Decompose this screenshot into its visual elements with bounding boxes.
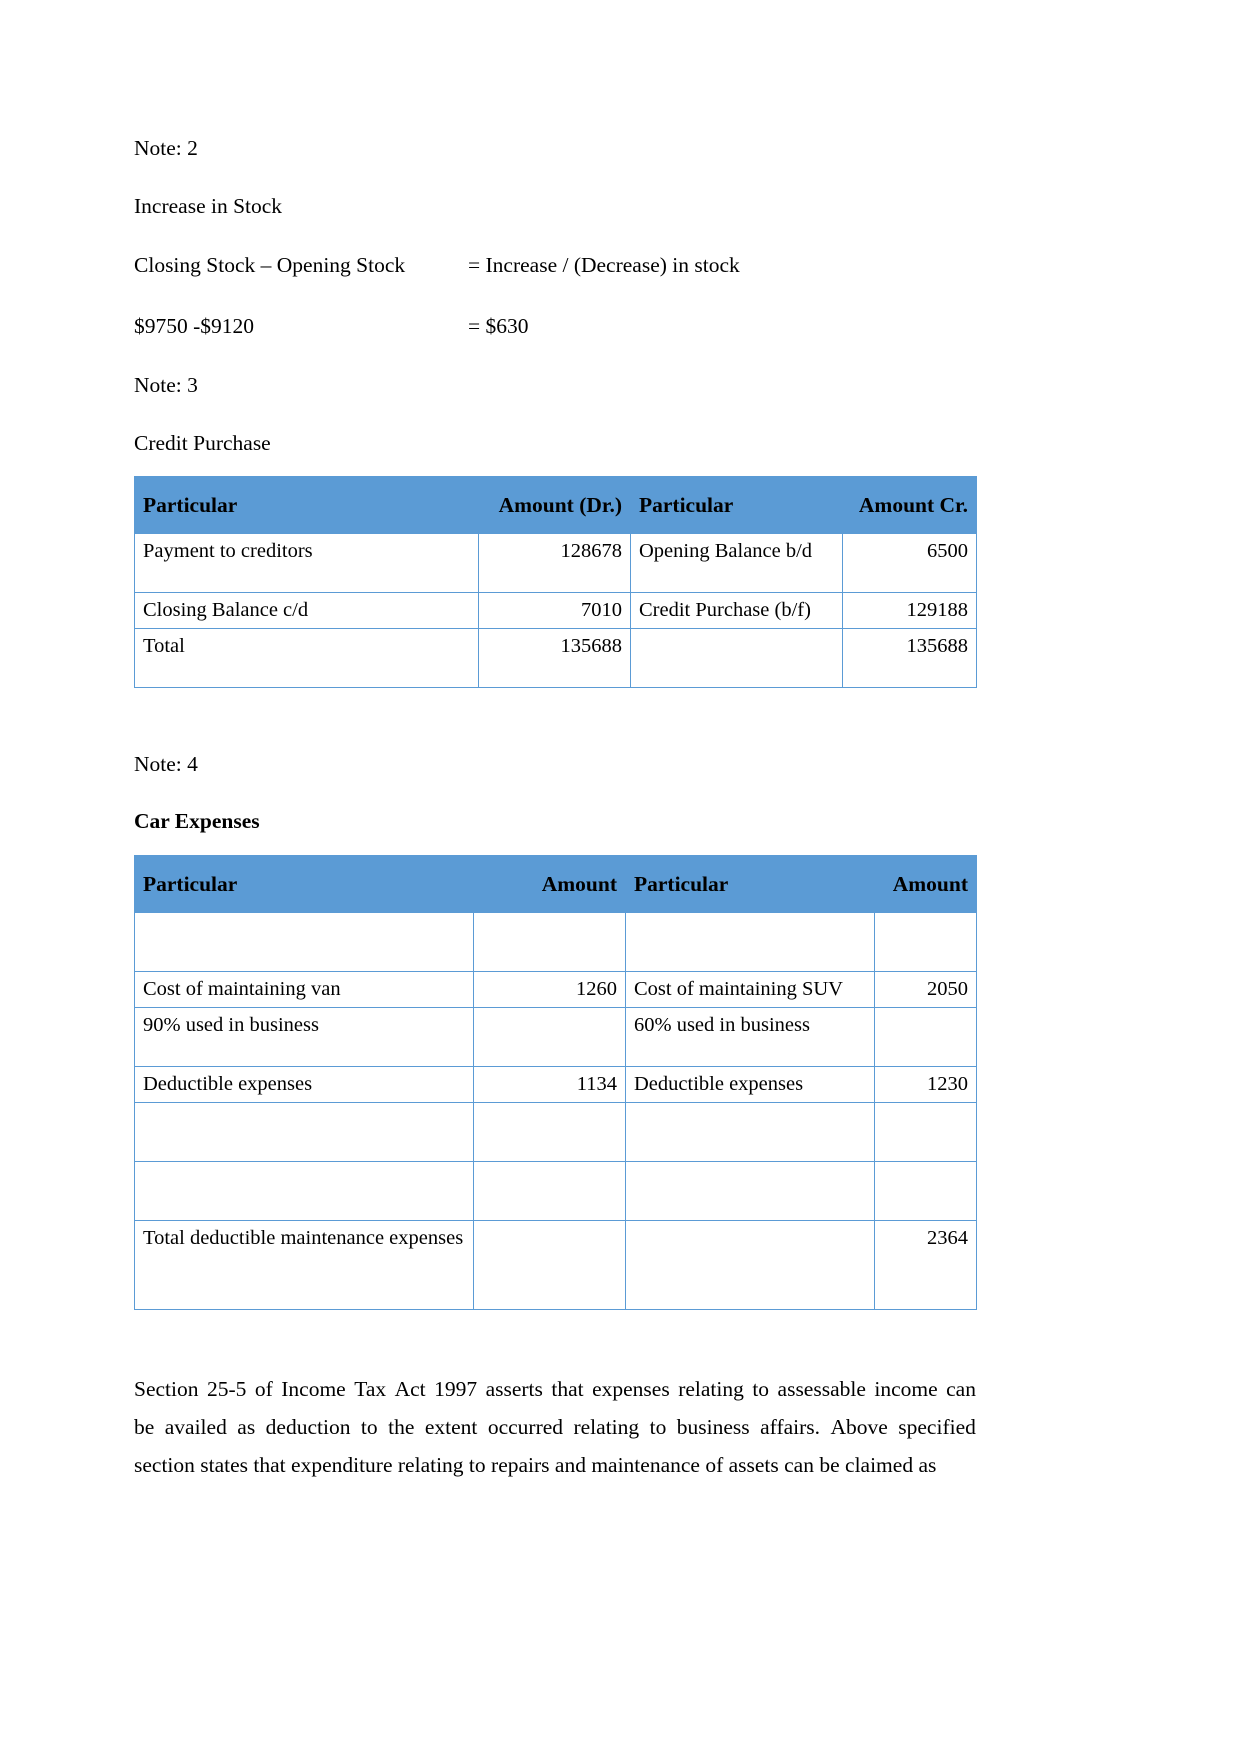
closing-paragraph: Section 25-5 of Income Tax Act 1997 asserts that… — [134, 1370, 976, 1484]
cell-right-label: 60% used in business — [625, 1007, 875, 1067]
cell-right-label — [625, 912, 875, 972]
cell-left-label: Closing Balance c/d — [134, 592, 479, 629]
cell-left-label: Deductible expenses — [134, 1066, 474, 1103]
paragraph-line-3: section states that expenditure relating… — [134, 1453, 937, 1477]
page-content: Note: 2 Increase in Stock Closing Stock … — [134, 0, 977, 1484]
stock-values-left: $9750 -$9120 — [134, 314, 255, 338]
header-particular-cr: Particular — [630, 476, 843, 534]
cell-right-label — [625, 1102, 875, 1162]
cell-left-label: Payment to creditors — [134, 533, 479, 593]
table-row-total: Total deductible maintenance expenses 23… — [134, 1220, 977, 1310]
header-particular-right: Particular — [625, 855, 875, 913]
header-amount-dr: Amount (Dr.) — [478, 476, 631, 534]
header-amount-left: Amount — [473, 855, 626, 913]
cell-left-amount — [473, 1102, 626, 1162]
stock-values-right: = $630 — [468, 314, 529, 338]
cell-right-amount: 1230 — [874, 1066, 977, 1103]
cell-right-amount: 2364 — [874, 1220, 977, 1310]
cell-left-label: Total deductible maintenance expenses — [134, 1220, 474, 1310]
table-row: 90% used in business 60% used in busines… — [134, 1007, 977, 1067]
table-row: Total 135688 135688 — [134, 628, 977, 688]
header-particular-dr: Particular — [134, 476, 479, 534]
note-3-label: Note: 3 — [134, 373, 198, 397]
credit-purchase-table: Particular Amount (Dr.) Particular Amoun… — [134, 476, 977, 688]
cell-right-amount — [874, 1102, 977, 1162]
paragraph-line-1: Section 25-5 of Income Tax Act 1997 asserts that… — [134, 1377, 976, 1401]
stock-formula-right: = Increase / (Decrease) in stock — [468, 253, 740, 277]
cell-left-amount — [473, 1161, 626, 1221]
cell-right-amount — [874, 1007, 977, 1067]
cell-right-label: Credit Purchase (b/f) — [630, 592, 843, 629]
cell-right-label: Cost of maintaining SUV — [625, 971, 875, 1008]
cell-left-label: 90% used in business — [134, 1007, 474, 1067]
table-header-row: Particular Amount (Dr.) Particular Amoun… — [134, 476, 977, 534]
header-amount-right: Amount — [874, 855, 977, 913]
cell-left-label — [134, 912, 474, 972]
cell-right-label: Deductible expenses — [625, 1066, 875, 1103]
header-particular-left: Particular — [134, 855, 474, 913]
note-4-label: Note: 4 — [134, 752, 198, 776]
cell-left-amount: 128678 — [478, 533, 631, 593]
cell-left-amount — [473, 912, 626, 972]
cell-left-amount: 135688 — [478, 628, 631, 688]
stock-values-row: $9750 -$9120 = $630 — [134, 314, 976, 339]
table-row — [134, 1102, 977, 1162]
cell-right-label — [625, 1161, 875, 1221]
note-3-heading: Credit Purchase — [134, 430, 271, 455]
cell-left-label: Cost of maintaining van — [134, 971, 474, 1008]
cell-left-amount — [473, 1220, 626, 1310]
stock-formula-left: Closing Stock – Opening Stock — [134, 253, 406, 277]
table-row: Payment to creditors 128678 Opening Bala… — [134, 533, 977, 593]
table-row: Deductible expenses 1134 Deductible expe… — [134, 1066, 977, 1103]
table-header-row: Particular Amount Particular Amount — [134, 855, 977, 913]
car-expenses-table: Particular Amount Particular Amount Cost… — [134, 855, 977, 1310]
stock-formula-row: Closing Stock – Opening Stock = Increase… — [134, 253, 976, 278]
cell-right-label — [630, 628, 843, 688]
table-row: Cost of maintaining van 1260 Cost of mai… — [134, 971, 977, 1008]
cell-left-amount: 1134 — [473, 1066, 626, 1103]
table-row — [134, 1161, 977, 1221]
cell-right-label — [625, 1220, 875, 1310]
cell-right-amount — [874, 912, 977, 972]
cell-right-amount: 129188 — [842, 592, 977, 629]
cell-left-amount — [473, 1007, 626, 1067]
header-amount-cr: Amount Cr. — [842, 476, 977, 534]
cell-left-label — [134, 1161, 474, 1221]
note-2-label: Note: 2 — [134, 136, 198, 160]
cell-right-amount — [874, 1161, 977, 1221]
cell-left-amount: 7010 — [478, 592, 631, 629]
cell-right-amount: 135688 — [842, 628, 977, 688]
cell-right-label: Opening Balance b/d — [630, 533, 843, 593]
note-2-heading: Increase in Stock — [134, 193, 283, 218]
note-4-heading: Car Expenses — [134, 808, 260, 833]
cell-left-label — [134, 1102, 474, 1162]
cell-left-amount: 1260 — [473, 971, 626, 1008]
paragraph-line-2: be availed as deduction to the extent occurred r… — [134, 1415, 976, 1439]
cell-right-amount: 6500 — [842, 533, 977, 593]
cell-left-label: Total — [134, 628, 479, 688]
document-page: Note: 2 Increase in Stock Closing Stock … — [0, 0, 1241, 1754]
table-row — [134, 912, 977, 972]
table-row: Closing Balance c/d 7010 Credit Purchase… — [134, 592, 977, 629]
cell-right-amount: 2050 — [874, 971, 977, 1008]
